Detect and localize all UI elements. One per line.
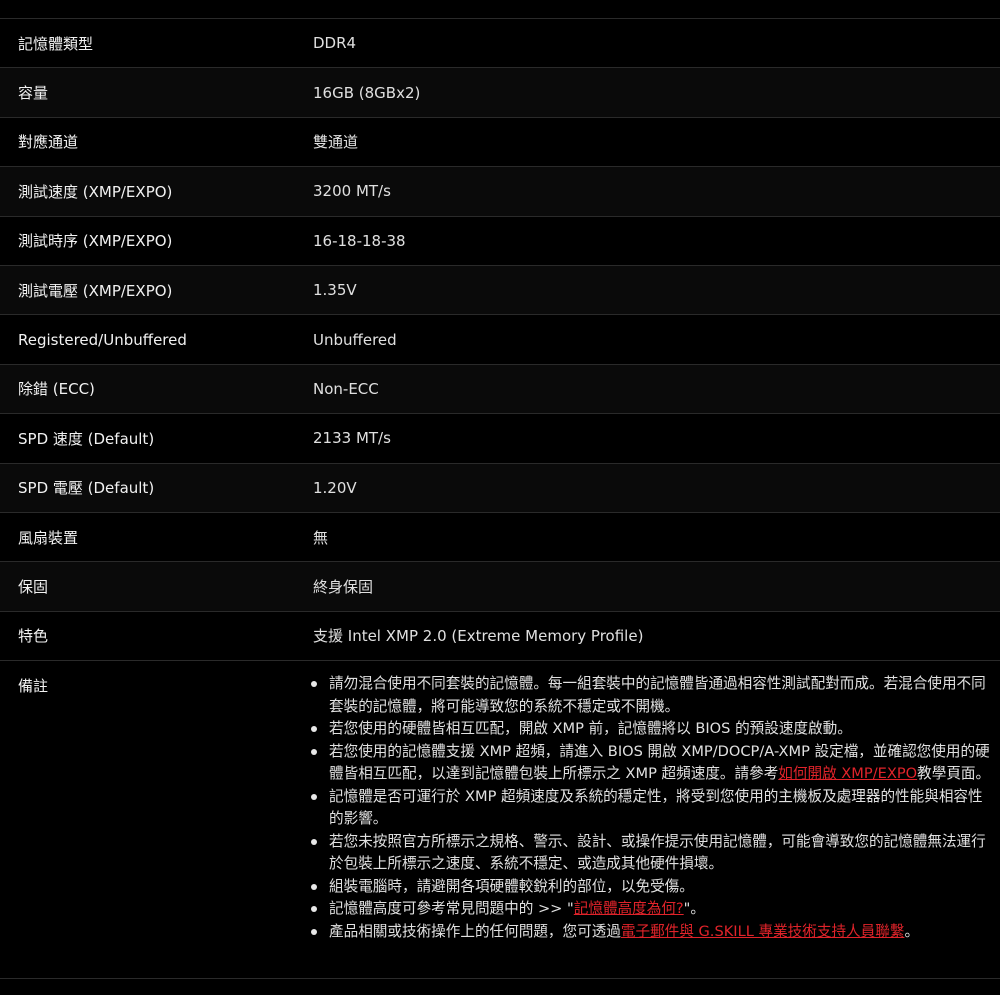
spec-label: 保固 xyxy=(18,577,49,596)
remark-item: 產品相關或技術操作上的任何問題，您可透過電子郵件與 G.SKILL 專業技術支持… xyxy=(311,921,992,944)
spec-value: DDR4 xyxy=(313,34,357,53)
spec-value: 支援 Intel XMP 2.0 (Extreme Memory Profile… xyxy=(313,627,644,646)
spec-label: 容量 xyxy=(18,84,49,103)
spec-row-ecc: 除錯 (ECC) Non-ECC xyxy=(0,364,1000,415)
spec-label: 特色 xyxy=(18,627,49,646)
remark-text: 。 xyxy=(904,922,920,940)
spec-row-registered: Registered/Unbuffered Unbuffered xyxy=(0,315,1000,365)
spec-row-tested-timings: 測試時序 (XMP/EXPO) 16-18-18-38 xyxy=(0,216,1000,266)
remark-text: 教學頁面。 xyxy=(917,765,991,783)
spec-value: 終身保固 xyxy=(313,577,374,596)
remark-item: 組裝電腦時，請避開各項硬體較銳利的部位，以免受傷。 xyxy=(311,876,992,899)
spec-value: 1.35V xyxy=(313,281,357,300)
remarks-list: 請勿混合使用不同套裝的記憶體。每一組套裝中的記憶體皆通過相容性測試配對而成。若混… xyxy=(293,673,1000,943)
spec-value: 雙通道 xyxy=(313,133,359,152)
memory-height-faq-link[interactable]: 記憶體高度為何? xyxy=(574,900,684,917)
spec-label: 測試電壓 (XMP/EXPO) xyxy=(18,281,173,300)
remark-item: 若您未按照官方所標示之規格、警示、設計、或操作提示使用記憶體，可能會導致您的記憶… xyxy=(311,831,992,876)
spec-value: Unbuffered xyxy=(313,330,397,349)
spec-label: Registered/Unbuffered xyxy=(18,330,187,349)
spec-label: 記憶體類型 xyxy=(18,34,94,53)
spec-label: 測試時序 (XMP/EXPO) xyxy=(18,232,173,251)
spec-label: 除錯 (ECC) xyxy=(18,380,95,399)
spec-row-warranty: 保固 終身保固 xyxy=(0,562,1000,612)
remark-text: 請勿混合使用不同套裝的記憶體。每一組套裝中的記憶體皆通過相容性測試配對而成。若混… xyxy=(329,675,986,715)
spec-label: 風扇裝置 xyxy=(18,528,79,547)
spec-row-fan: 風扇裝置 無 xyxy=(0,512,1000,563)
remark-text: "。 xyxy=(683,900,705,918)
remark-item: 記憶體高度可參考常見問題中的 >> "記憶體高度為何?"。 xyxy=(311,898,992,921)
remarks-label: 備註 xyxy=(18,677,49,696)
remark-item: 若您使用的硬體皆相互匹配，開啟 XMP 前，記憶體將以 BIOS 的預設速度啟動… xyxy=(311,718,992,741)
spec-row-capacity: 容量 16GB (8GBx2) xyxy=(0,68,1000,118)
remark-text: 組裝電腦時，請避開各項硬體較銳利的部位，以免受傷。 xyxy=(329,877,694,895)
spec-label: 測試速度 (XMP/EXPO) xyxy=(18,182,173,201)
spec-row-memory-type: 記憶體類型 DDR4 xyxy=(0,19,1000,69)
support-email-link[interactable]: 電子郵件與 G.SKILL 專業技術支持人員聯繫 xyxy=(621,923,905,940)
spec-value: 16-18-18-38 xyxy=(313,231,406,250)
remark-text: 記憶體是否可運行於 XMP 超頻速度及系統的穩定性，將受到您使用的主機板及處理器… xyxy=(329,787,983,828)
spec-value: 無 xyxy=(313,528,329,547)
remark-item: 若您使用的記憶體支援 XMP 超頻，請進入 BIOS 開啟 XMP/DOCP/A… xyxy=(311,741,992,786)
xmp-guide-link[interactable]: 如何開啟 XMP/EXPO xyxy=(778,765,917,782)
spec-row-features: 特色 支援 Intel XMP 2.0 (Extreme Memory Prof… xyxy=(0,611,1000,662)
spec-table: 記憶體類型 DDR4 容量 16GB (8GBx2) 對應通道 雙通道 測試速度… xyxy=(0,18,1000,980)
spec-row-tested-voltage: 測試電壓 (XMP/EXPO) 1.35V xyxy=(0,265,1000,316)
remark-text: 若您未按照官方所標示之規格、警示、設計、或操作提示使用記憶體，可能會導致您的記憶… xyxy=(329,832,986,873)
spec-label: 對應通道 xyxy=(18,133,79,152)
spec-row-tested-speed: 測試速度 (XMP/EXPO) 3200 MT/s xyxy=(0,167,1000,217)
remark-text: 若您使用的硬體皆相互匹配，開啟 XMP 前，記憶體將以 BIOS 的預設速度啟動… xyxy=(329,720,852,738)
remark-item: 請勿混合使用不同套裝的記憶體。每一組套裝中的記憶體皆通過相容性測試配對而成。若混… xyxy=(311,673,992,718)
top-spacer xyxy=(0,0,1000,18)
spec-value: Non-ECC xyxy=(313,379,379,398)
spec-row-remarks: 備註 請勿混合使用不同套裝的記憶體。每一組套裝中的記憶體皆通過相容性測試配對而成… xyxy=(0,661,1000,980)
spec-row-channel: 對應通道 雙通道 xyxy=(0,117,1000,168)
spec-value: 3200 MT/s xyxy=(313,182,391,201)
spec-value: 16GB (8GBx2) xyxy=(313,83,421,102)
spec-row-spd-speed: SPD 速度 (Default) 2133 MT/s xyxy=(0,414,1000,464)
spec-label: SPD 電壓 (Default) xyxy=(18,479,155,498)
spec-label: SPD 速度 (Default) xyxy=(18,429,155,448)
spec-row-spd-voltage: SPD 電壓 (Default) 1.20V xyxy=(0,463,1000,513)
remark-text: 產品相關或技術操作上的任何問題，您可透過 xyxy=(329,922,621,940)
spec-value: 2133 MT/s xyxy=(313,429,391,448)
remark-text: 記憶體高度可參考常見問題中的 >> " xyxy=(329,900,574,918)
remark-item: 記憶體是否可運行於 XMP 超頻速度及系統的穩定性，將受到您使用的主機板及處理器… xyxy=(311,786,992,831)
spec-value: 1.20V xyxy=(313,478,357,497)
